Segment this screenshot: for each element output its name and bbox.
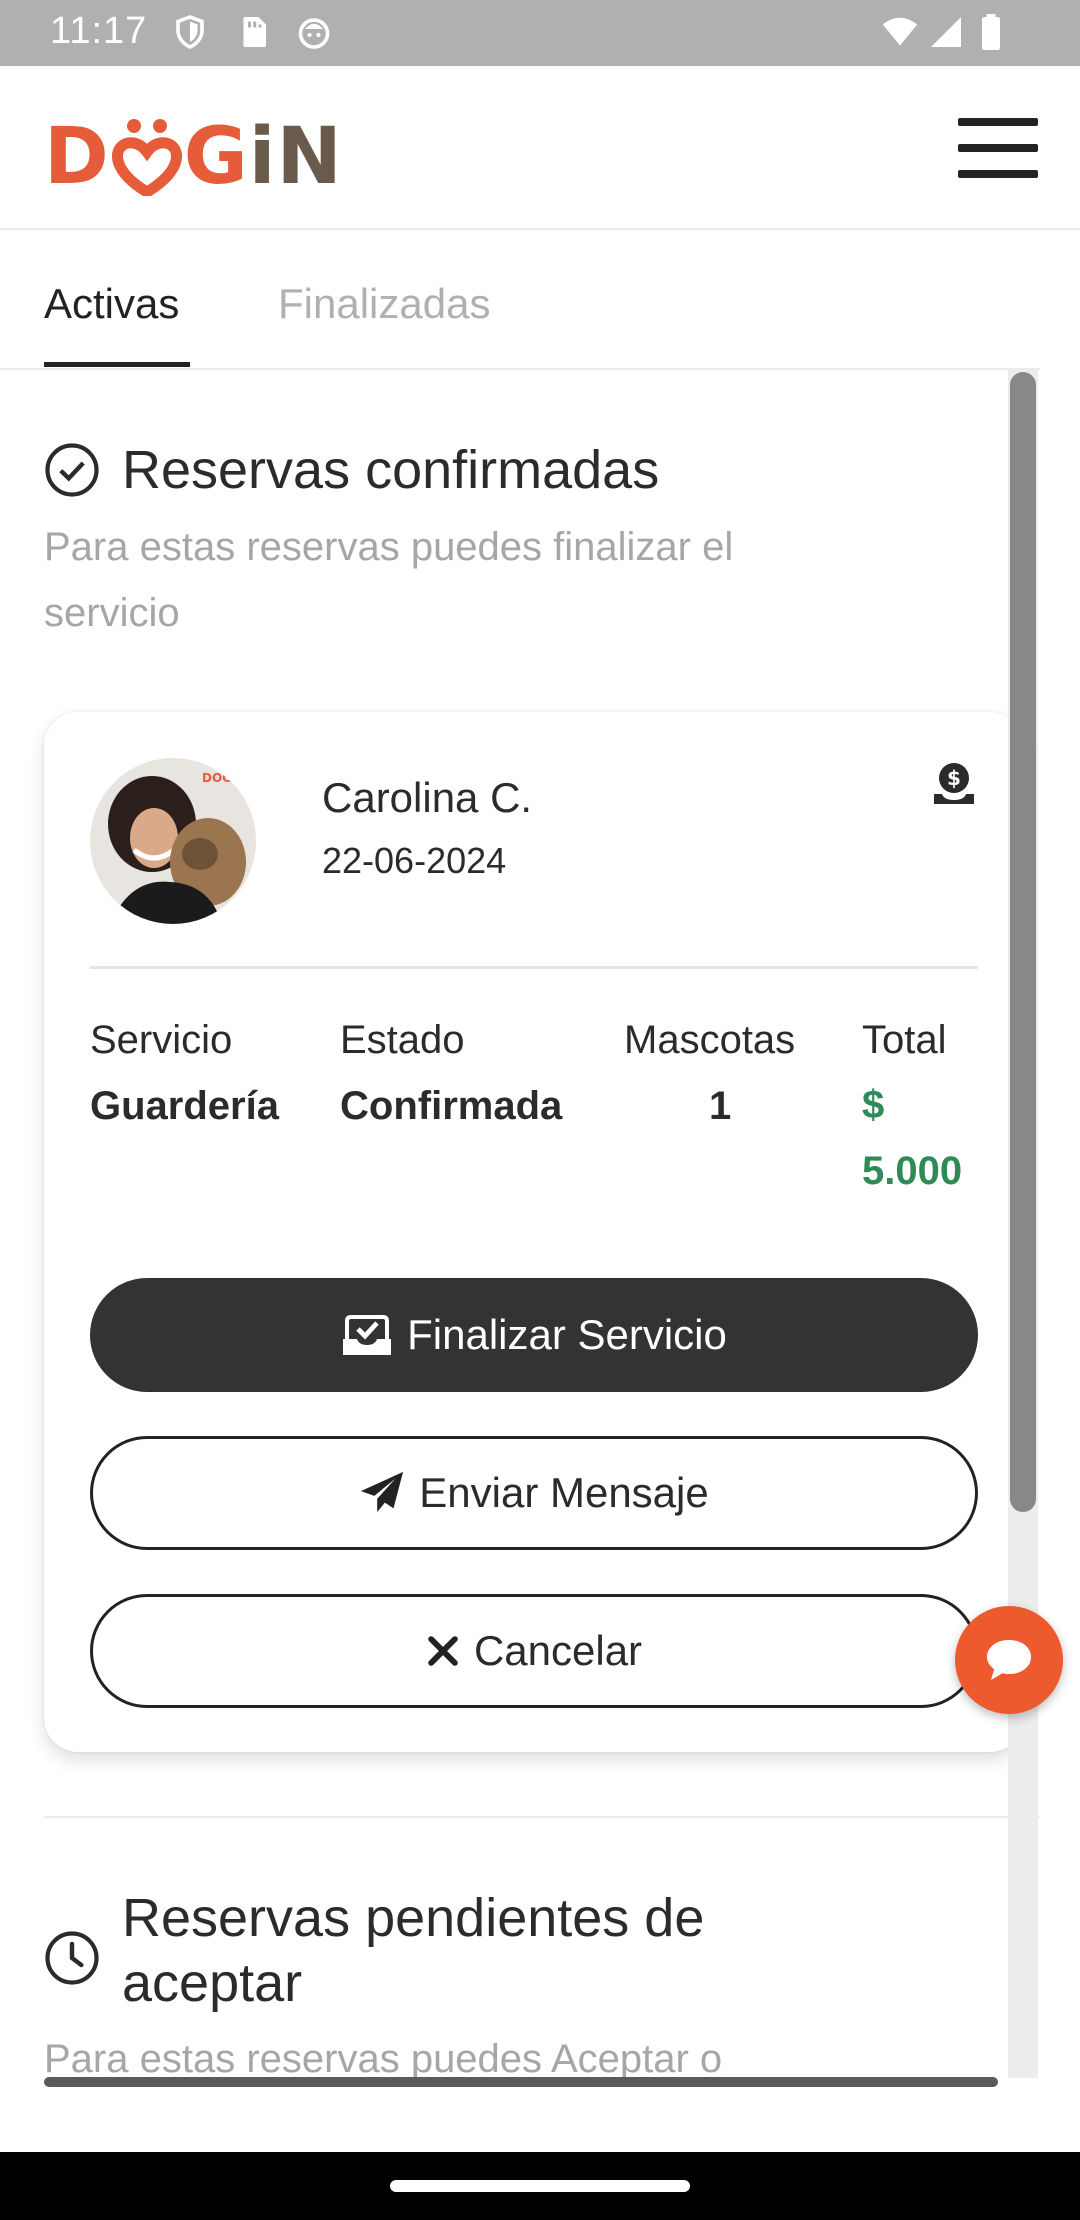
reservation-card: DOGiN Carolina C. 22-06-2024 $ Servicio … (44, 712, 1024, 1752)
send-message-label: Enviar Mensaje (419, 1469, 709, 1516)
total-currency: $ (862, 1083, 885, 1127)
pending-section-header: Reservas pendientes de aceptar (44, 1886, 822, 2016)
pets-value: 1 (709, 1084, 732, 1128)
service-label: Servicio (90, 1018, 233, 1062)
status-label: Estado (340, 1018, 465, 1062)
close-icon (428, 1636, 458, 1666)
finish-service-label: Finalizar Servicio (407, 1311, 727, 1358)
service-value: Guardería (90, 1084, 279, 1128)
chat-bubble-icon (987, 1640, 1031, 1680)
shield-icon (176, 15, 204, 49)
svg-text:DOGiN: DOGiN (202, 771, 246, 785)
confirmed-section-header: Reservas confirmadas (44, 438, 659, 503)
pets-label: Mascotas (624, 1018, 796, 1062)
inbox-check-icon (343, 1315, 392, 1355)
total-amount: 5.000 (862, 1149, 963, 1193)
active-tab-indicator (44, 362, 190, 367)
total-label: Total (862, 1018, 947, 1062)
signal-icon (931, 17, 961, 47)
svg-text:$: $ (947, 766, 961, 790)
pending-section-title: Reservas pendientes de aceptar (122, 1888, 705, 2013)
app-header: D GiN (0, 66, 1080, 230)
section-divider (44, 1816, 1040, 1818)
payment-hand-coin-icon[interactable]: $ (930, 760, 978, 808)
horizontal-scrollbar[interactable] (44, 2077, 998, 2087)
battery-icon (982, 14, 1000, 50)
avatar: DOGiN (90, 758, 256, 924)
status-bar: 11:17 (0, 0, 1080, 66)
check-circle-icon (45, 443, 99, 497)
cancel-label: Cancelar (473, 1627, 643, 1674)
reservation-date: 22-06-2024 (322, 840, 507, 881)
paw-heart-icon (111, 119, 182, 199)
clock-icon (45, 1931, 99, 1985)
paper-plane-icon (361, 1471, 404, 1513)
send-message-button[interactable]: Enviar Mensaje (90, 1436, 978, 1550)
cancel-button[interactable]: Cancelar (90, 1594, 978, 1708)
tab-activas[interactable]: Activas (44, 280, 179, 328)
wifi-icon (882, 17, 918, 46)
card-divider (90, 966, 978, 969)
face-icon (298, 18, 330, 49)
total-value: $ 5.000 (862, 1072, 962, 1204)
pending-section-subtitle: Para estas reservas puedes Aceptar o (44, 2037, 723, 2078)
tab-finalizadas[interactable]: Finalizadas (278, 280, 490, 328)
reservations-list[interactable]: Reservas confirmadas Para estas reservas… (0, 370, 1040, 2078)
system-navigation-bar (0, 2152, 1080, 2220)
confirmed-section-title: Reservas confirmadas (122, 440, 660, 500)
client-name: Carolina C. (322, 774, 533, 821)
confirmed-section-subtitle: Para estas reservas puedes finalizar el … (44, 525, 734, 635)
finish-service-button[interactable]: Finalizar Servicio (90, 1278, 978, 1392)
brand-logo[interactable]: D GiN (44, 106, 343, 199)
sim-card-icon (243, 17, 266, 47)
home-gesture-handle[interactable] (390, 2180, 690, 2192)
status-value: Confirmada (340, 1084, 563, 1128)
chat-fab-button[interactable] (955, 1606, 1063, 1714)
hamburger-menu-icon[interactable] (958, 118, 1038, 178)
vertical-scrollbar-thumb[interactable] (1010, 372, 1036, 1512)
status-time: 11:17 (50, 10, 148, 52)
reservation-tabs: Activas Finalizadas (0, 232, 1040, 370)
